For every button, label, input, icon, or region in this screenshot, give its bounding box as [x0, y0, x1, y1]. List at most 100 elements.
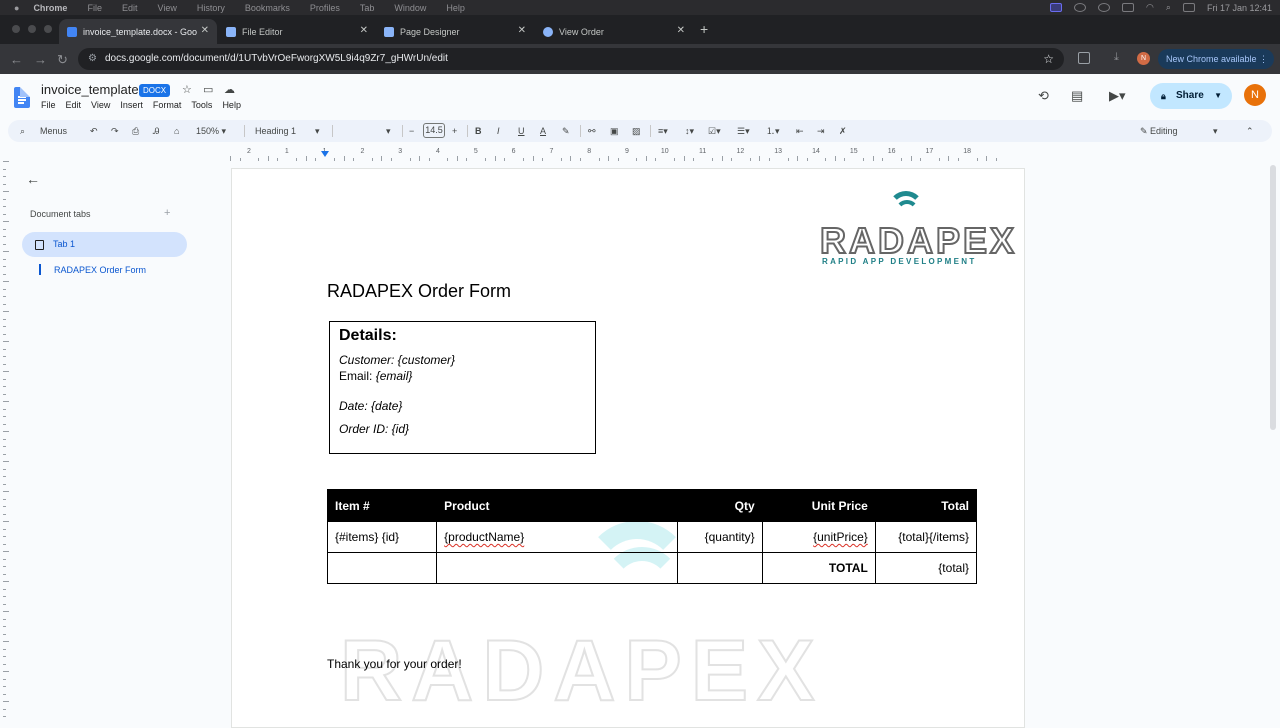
editing-mode-select[interactable]: ✎ Editing: [1140, 120, 1178, 142]
close-icon[interactable]: ✕: [518, 25, 526, 36]
cell-item[interactable]: {#items} {id}: [326, 521, 438, 553]
share-button[interactable]: 🔒︎ Share ▼: [1150, 83, 1232, 109]
menu-insert[interactable]: Insert: [120, 100, 143, 110]
search-icon[interactable]: ⌕: [1166, 2, 1171, 13]
font-select-chevron-icon[interactable]: ▾: [386, 120, 391, 142]
reload-icon[interactable]: ↻: [57, 52, 68, 68]
line-spacing-icon[interactable]: ↕▾: [685, 120, 694, 142]
menu-edit[interactable]: Edit: [66, 100, 82, 110]
tab-view-order[interactable]: View Order ✕: [535, 19, 693, 44]
text-color-icon[interactable]: A: [540, 120, 546, 142]
numbered-list-icon[interactable]: ⒈▾: [766, 120, 780, 142]
move-folder-icon[interactable]: ▭: [203, 83, 213, 96]
wifi-icon[interactable]: ◠: [1146, 2, 1154, 13]
extensions-icon[interactable]: [1078, 52, 1090, 64]
close-icon[interactable]: ✕: [360, 25, 368, 36]
increase-indent-icon[interactable]: ⇥: [817, 120, 825, 142]
scrollbar[interactable]: [1270, 165, 1276, 430]
search-menus[interactable]: Menus: [40, 120, 67, 142]
italic-icon[interactable]: I: [497, 120, 500, 142]
cell-product[interactable]: {productName}: [436, 521, 678, 553]
menu-window[interactable]: Window: [394, 3, 426, 13]
url-input[interactable]: ⚙ docs.google.com/document/d/1UTvbVrOeFw…: [78, 48, 1064, 70]
new-chrome-available-button[interactable]: New Chrome available ⋮: [1158, 49, 1274, 69]
avatar[interactable]: N: [1244, 84, 1266, 106]
battery-icon[interactable]: [1122, 3, 1135, 12]
meet-icon[interactable]: ▶▾: [1109, 88, 1126, 104]
paragraph-style-select[interactable]: Heading 1: [255, 120, 296, 142]
add-tab-icon[interactable]: +: [164, 207, 170, 219]
clear-formatting-icon[interactable]: ✗: [839, 120, 847, 142]
chevron-down-icon[interactable]: ▾: [315, 120, 320, 142]
font-size-input[interactable]: 14.5: [423, 123, 445, 138]
align-icon[interactable]: ≡▾: [658, 120, 668, 142]
tab-invoice-template[interactable]: invoice_template.docx - Goo ✕: [59, 19, 217, 44]
chevron-down-icon[interactable]: ▼: [1214, 83, 1222, 109]
add-comment-icon[interactable]: ▣: [610, 120, 619, 142]
clock[interactable]: Fri 17 Jan 12:41: [1207, 3, 1272, 13]
decrease-font-size-icon[interactable]: −: [409, 120, 414, 142]
status-icon[interactable]: [1074, 3, 1087, 12]
menu-tab[interactable]: Tab: [360, 3, 375, 13]
cloud-status-icon[interactable]: ☁: [224, 83, 235, 96]
profile-avatar[interactable]: N: [1137, 52, 1150, 65]
screen-record-icon[interactable]: [1050, 3, 1063, 12]
cell-unit-price[interactable]: {unitPrice}: [761, 521, 876, 553]
collapse-toolbar-icon[interactable]: ⌃: [1246, 120, 1254, 142]
outline-item-order-form[interactable]: RADAPEX Order Form: [54, 265, 146, 275]
cell-qty[interactable]: {quantity}: [676, 521, 763, 553]
print-icon[interactable]: ⎙: [132, 120, 139, 142]
cell-empty[interactable]: [676, 552, 763, 584]
chevron-down-icon[interactable]: ▾: [1213, 120, 1218, 142]
menu-profiles[interactable]: Profiles: [310, 3, 340, 13]
document-title[interactable]: invoice_template: [41, 82, 139, 97]
close-icon[interactable]: ✕: [677, 25, 685, 36]
indent-marker-icon[interactable]: [321, 151, 329, 157]
apple-icon[interactable]: ●: [14, 3, 19, 13]
order-items-table[interactable]: Item # Product Qty Unit Price Total {#it…: [326, 489, 978, 584]
menu-view[interactable]: View: [157, 3, 176, 13]
forward-icon[interactable]: →: [34, 52, 47, 67]
details-box[interactable]: Details: Customer: {customer} Email: {em…: [329, 321, 596, 454]
insert-link-icon[interactable]: ⚯: [588, 120, 596, 142]
undo-icon[interactable]: ↶: [90, 120, 98, 142]
bookmark-star-icon[interactable]: ☆: [1043, 48, 1054, 70]
back-icon[interactable]: ←: [10, 52, 23, 67]
site-info-icon[interactable]: ⚙: [88, 48, 97, 70]
sidebar-item-tab-1[interactable]: Tab 1: [22, 232, 187, 257]
checklist-icon[interactable]: ☑▾: [708, 120, 721, 142]
new-tab-icon[interactable]: +: [700, 21, 708, 37]
insert-image-icon[interactable]: ▨: [632, 120, 641, 142]
menu-history[interactable]: History: [197, 3, 225, 13]
menu-help[interactable]: Help: [446, 3, 465, 13]
menu-bookmarks[interactable]: Bookmarks: [245, 3, 290, 13]
menu-view[interactable]: View: [91, 100, 110, 110]
document-page[interactable]: RADAPEX RADAPEX RAPID APP DEVELOPMENT RA…: [231, 168, 1025, 728]
tab-page-designer[interactable]: Page Designer ✕: [376, 19, 534, 44]
menu-file[interactable]: File: [87, 3, 102, 13]
download-icon[interactable]: ⤓: [1114, 51, 1119, 64]
menu-edit[interactable]: Edit: [122, 3, 138, 13]
cell-total[interactable]: {total}{/items}: [874, 521, 978, 553]
menu-tools[interactable]: Tools: [191, 100, 212, 110]
horizontal-ruler[interactable]: 2 1 1 2 3 4 5 6 7 8 9 10 11 12 13 14 15 16 17 18: [230, 147, 1025, 161]
google-docs-logo-icon[interactable]: [14, 87, 30, 108]
bold-icon[interactable]: B: [475, 120, 482, 142]
star-icon[interactable]: ☆: [182, 83, 192, 96]
kebab-menu-icon[interactable]: ⋮: [1259, 49, 1268, 69]
comments-icon[interactable]: ▤: [1071, 88, 1083, 104]
table-total-row[interactable]: TOTAL {total}: [326, 552, 978, 584]
zoom-select[interactable]: 150% ▾: [196, 120, 226, 142]
underline-icon[interactable]: U: [518, 120, 525, 142]
spellcheck-icon[interactable]: Ꭿ: [153, 120, 160, 142]
tab-file-editor[interactable]: File Editor ✕: [218, 19, 376, 44]
vertical-ruler[interactable]: [0, 161, 10, 720]
menu-file[interactable]: File: [41, 100, 56, 110]
redo-icon[interactable]: ↷: [111, 120, 119, 142]
highlight-color-icon[interactable]: ✎: [562, 120, 570, 142]
cell-empty[interactable]: [436, 552, 678, 584]
cell-empty[interactable]: [326, 552, 438, 584]
page-title[interactable]: RADAPEX Order Form: [327, 281, 511, 302]
search-menus-icon[interactable]: ⌕: [20, 120, 25, 142]
menu-app[interactable]: Chrome: [33, 3, 67, 13]
